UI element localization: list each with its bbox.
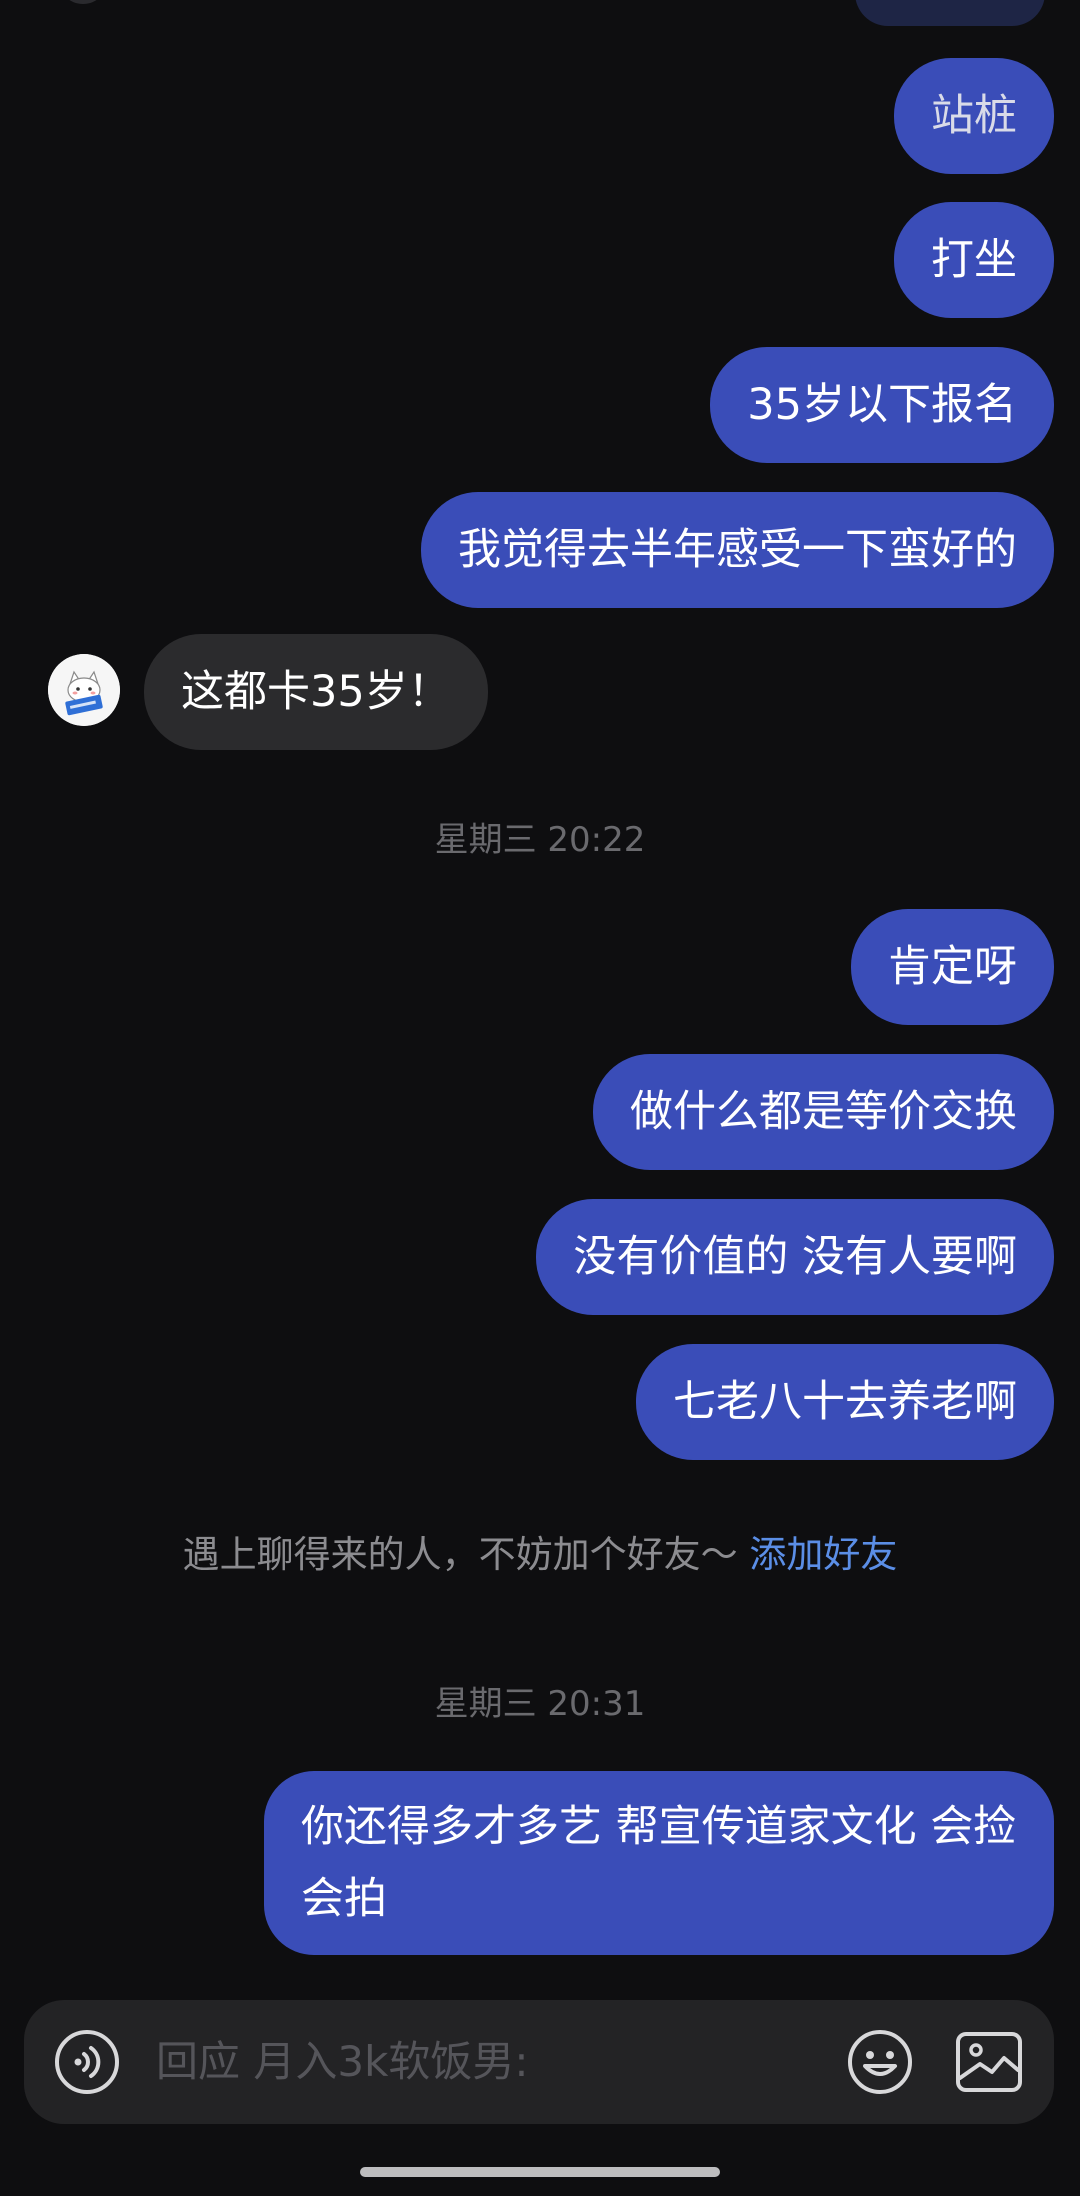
message-bubble-incoming[interactable]: 这都卡35岁！ [144,634,488,750]
message-text: 你还得多才多艺 帮宣传道家文化 会捡会拍 [301,1802,1017,1924]
message-bubble-outgoing[interactable]: 我觉得去半年感受一下蛮好的 [421,492,1054,608]
message-text: 肯定呀 [888,942,1017,992]
message-bubble-outgoing[interactable]: 七老八十去养老啊 [636,1344,1054,1460]
timestamp-divider: 星期三 20:22 [434,820,646,860]
message-bubble-outgoing[interactable]: 做什么都是等价交换 [593,1054,1054,1170]
tip-text: 遇上聊得来的人，不妨加个好友～ [182,1533,750,1576]
message-text: 做什么都是等价交换 [630,1087,1017,1137]
add-friend-tip: 遇上聊得来的人，不妨加个好友～ 添加好友 [0,1524,1080,1578]
home-indicator[interactable] [360,2167,720,2177]
image-icon[interactable] [954,2028,1024,2096]
voice-wave-icon[interactable] [54,2029,120,2095]
message-bubble-outgoing[interactable]: 打坐 [894,202,1054,318]
chat-message-list[interactable]: 站桩 打坐 35岁以下报名 我觉得去半年感受一下蛮好的 这都卡35岁！ 星期三 … [0,0,1080,1980]
message-bubble-outgoing[interactable]: 35岁以下报名 [710,347,1054,463]
message-input[interactable]: 回应 月入3k软饭男: [156,2030,836,2094]
message-text: 没有价值的 没有人要啊 [573,1232,1017,1282]
contact-avatar[interactable] [48,654,120,726]
message-bubble-outgoing[interactable]: 你还得多才多艺 帮宣传道家文化 会捡会拍 [264,1771,1054,1955]
message-text: 35岁以下报名 [747,380,1017,430]
message-text: 这都卡35岁！ [181,667,451,717]
message-bubble-outgoing[interactable]: 肯定呀 [851,909,1054,1025]
message-bubble-outgoing[interactable]: 站桩 [894,58,1054,174]
message-input-bar: 回应 月入3k软饭男: [24,2000,1054,2124]
message-text: 打坐 [931,235,1017,285]
message-text: 七老八十去养老啊 [673,1377,1017,1427]
message-text: 站桩 [931,91,1017,141]
message-bubble-outgoing[interactable]: 没有价值的 没有人要啊 [536,1199,1054,1315]
timestamp-divider: 星期三 20:31 [434,1684,646,1724]
message-text: 我觉得去半年感受一下蛮好的 [458,525,1017,575]
emoji-icon[interactable] [846,2028,914,2096]
add-friend-link[interactable]: 添加好友 [749,1533,897,1576]
